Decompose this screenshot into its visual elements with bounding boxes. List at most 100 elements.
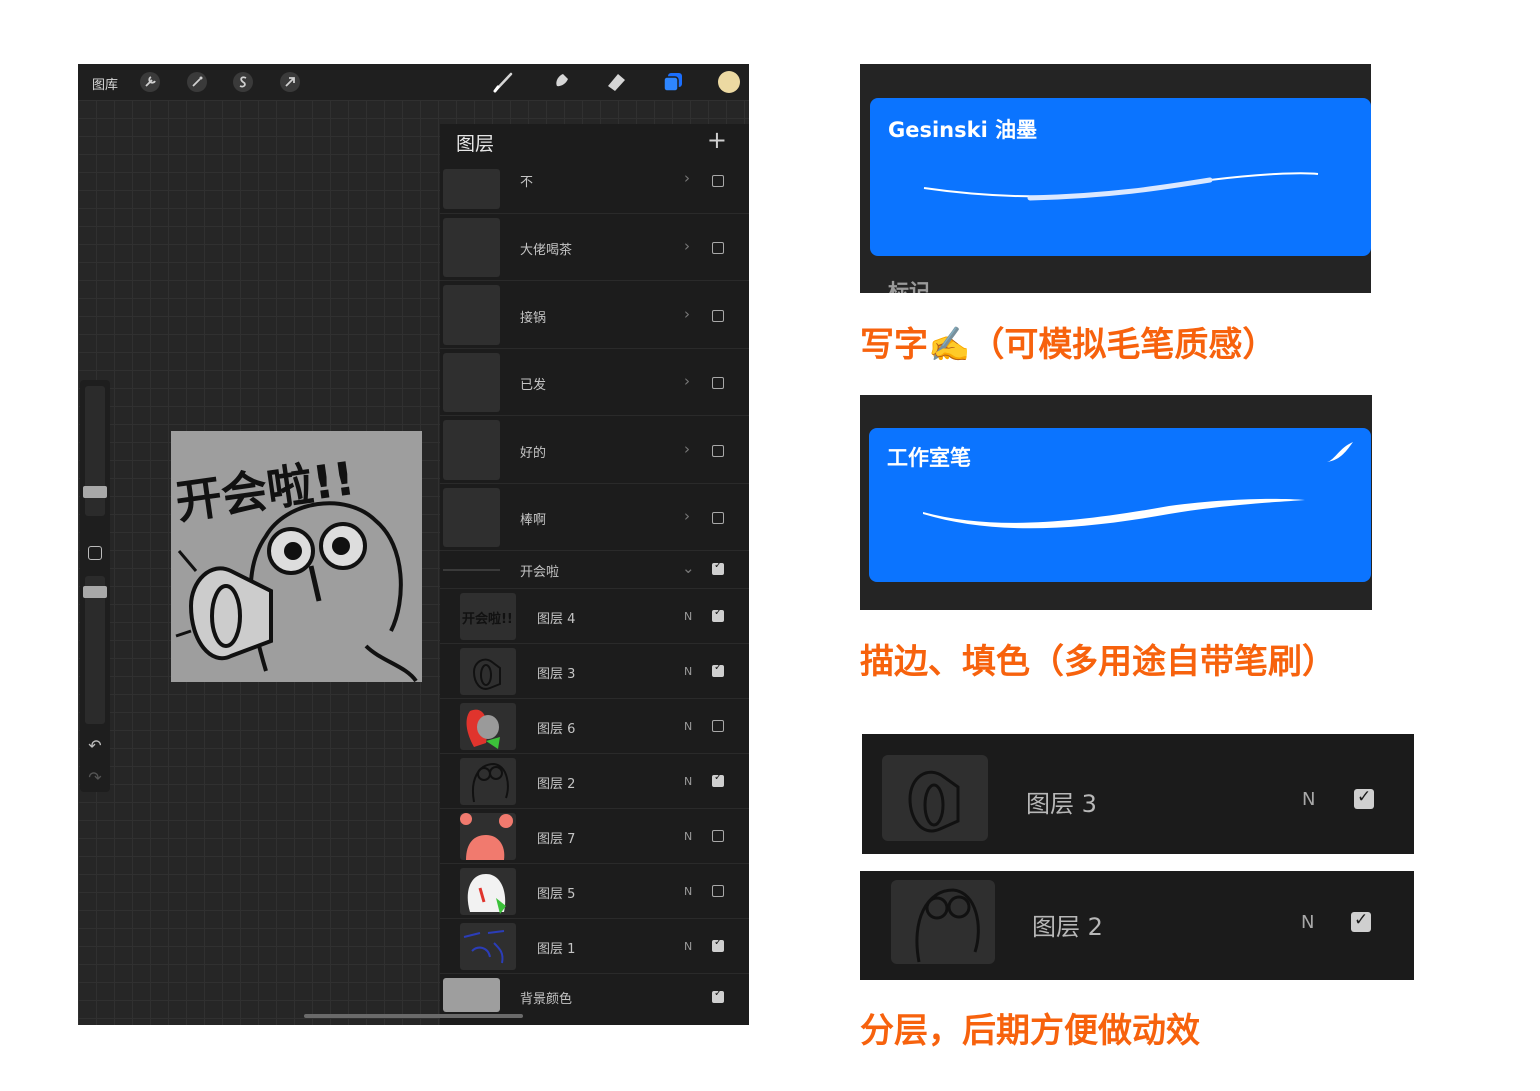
brush-icon[interactable] [492,70,516,94]
chevron-right-icon[interactable]: › [684,305,690,323]
layer-group-row[interactable]: 好的 › [440,415,749,484]
layers-icon[interactable] [661,70,685,94]
visibility-checkbox[interactable] [712,445,724,457]
group-thumbnail [443,488,500,547]
visibility-checkbox[interactable] [712,988,724,1003]
visibility-checkbox[interactable] [712,885,724,897]
opacity-thumb[interactable] [83,586,107,598]
opacity-slider[interactable] [83,576,107,724]
brush-section-label[interactable]: 标记 [888,276,930,293]
group-name: 好的 [520,446,547,461]
layer-thumbnail: 开会啦!! [460,593,516,640]
layer-row[interactable]: 图层 3 N [440,643,749,699]
magic-wand-icon[interactable] [187,72,207,92]
chevron-right-icon[interactable]: › [684,169,690,187]
chevron-right-icon[interactable]: › [684,507,690,525]
brush-size-slider[interactable] [83,386,107,516]
eraser-icon[interactable] [604,70,628,94]
artwork-preview[interactable]: 开会啦!! [171,431,422,682]
visibility-checkbox[interactable] [712,662,724,677]
group-name: 已发 [520,378,547,393]
selection-icon[interactable] [233,72,253,92]
visibility-checkbox[interactable] [712,772,724,787]
layer-name: 图层 2 [1032,913,1103,941]
visibility-checkbox[interactable] [1354,787,1374,809]
layer-name: 图层 4 [537,612,576,627]
layer-zoom-row[interactable]: 图层 3 N [862,734,1414,854]
layer-row[interactable]: 图层 6 N [440,698,749,754]
blend-mode[interactable]: N [1302,789,1315,810]
layer-row[interactable]: 图层 7 N [440,808,749,864]
layer-group-row[interactable]: 大佬喝茶 › [440,213,749,281]
background-color-swatch [443,978,500,1012]
layer-zoom-row[interactable]: 图层 2 N [860,871,1414,980]
visibility-checkbox[interactable] [712,830,724,842]
smudge-icon[interactable] [548,70,572,94]
brush-name: Gesinski 油墨 [888,118,1038,142]
layer-name: 背景颜色 [520,992,573,1007]
layer-name: 图层 6 [537,722,576,737]
brush-stroke-preview [923,172,1319,201]
wrench-icon[interactable] [140,72,160,92]
group-thumbnail [443,169,500,209]
visibility-checkbox[interactable] [712,937,724,952]
visibility-checkbox[interactable] [712,560,724,575]
chevron-down-icon[interactable]: ⌄ [682,559,695,577]
visibility-checkbox[interactable] [712,175,724,187]
undo-icon[interactable]: ↶ [80,736,110,755]
layer-row[interactable]: 开会啦!! 图层 4 N [440,588,749,644]
blend-mode[interactable]: N [684,830,692,843]
layer-name: 图层 2 [537,777,576,792]
chevron-right-icon[interactable]: › [684,237,690,255]
svg-text:开会啦!!: 开会啦!! [462,611,513,627]
layer-name: 图层 5 [537,887,576,902]
visibility-checkbox[interactable] [1351,910,1371,932]
visibility-checkbox[interactable] [712,242,724,254]
layers-panel: 图层 + 不 › 大佬喝茶 › 接锅 › 已发 › 好的 › 棒啊 › 开会啦 … [440,124,749,1025]
modify-button[interactable] [88,546,102,560]
layer-name: 图层 3 [537,667,576,682]
color-swatch[interactable] [718,71,740,93]
layer-name: 图层 7 [537,832,576,847]
blend-mode[interactable]: N [684,720,692,733]
procreate-screen: 图库 ↶ ↷ 开会啦!! 图层 + 不 › 大佬喝茶 › 接锅 › 已发 › 好… [78,64,749,1025]
blend-mode[interactable]: N [1301,912,1314,933]
caption-layers: 分层，后期方便做动效 [860,1011,1200,1051]
chevron-right-icon[interactable]: › [684,372,690,390]
layer-row[interactable]: 图层 2 N [440,753,749,809]
layer-row[interactable]: 图层 1 N [440,918,749,974]
visibility-checkbox[interactable] [712,607,724,622]
blend-mode[interactable]: N [684,775,692,788]
layer-group-row[interactable]: 不 › [440,165,749,213]
layer-thumbnail [460,703,516,750]
brush-name: 工作室笔 [887,446,971,470]
blend-mode[interactable]: N [684,665,692,678]
chevron-right-icon[interactable]: › [684,440,690,458]
layer-group-row[interactable]: 棒啊 › [440,483,749,551]
visibility-checkbox[interactable] [712,720,724,732]
blend-mode[interactable]: N [684,885,692,898]
layer-name: 图层 3 [1026,790,1097,818]
group-name: 棒啊 [520,513,547,528]
layer-thumbnail [460,923,516,970]
brush-size-thumb[interactable] [83,486,107,498]
brush-card-studio-pen[interactable]: 工作室笔 [869,428,1371,582]
visibility-checkbox[interactable] [712,512,724,524]
blend-mode[interactable]: N [684,610,692,623]
layer-thumbnail [460,813,516,860]
home-indicator[interactable] [304,1014,523,1018]
left-sidebar: ↶ ↷ [80,380,110,792]
blend-mode[interactable]: N [684,940,692,953]
gallery-button[interactable]: 图库 [92,74,118,93]
transform-arrow-icon[interactable] [280,72,300,92]
layer-group-open-row[interactable]: 开会啦 ⌄ [440,550,749,589]
layer-group-row[interactable]: 已发 › [440,348,749,416]
visibility-checkbox[interactable] [712,310,724,322]
layer-row[interactable]: 图层 5 N [440,863,749,919]
brush-card-gesinski[interactable]: Gesinski 油墨 [870,98,1371,256]
group-name: 开会啦 [520,565,560,580]
visibility-checkbox[interactable] [712,377,724,389]
layer-group-row[interactable]: 接锅 › [440,280,749,349]
redo-icon[interactable]: ↷ [80,768,110,787]
add-layer-button[interactable]: + [707,126,727,154]
